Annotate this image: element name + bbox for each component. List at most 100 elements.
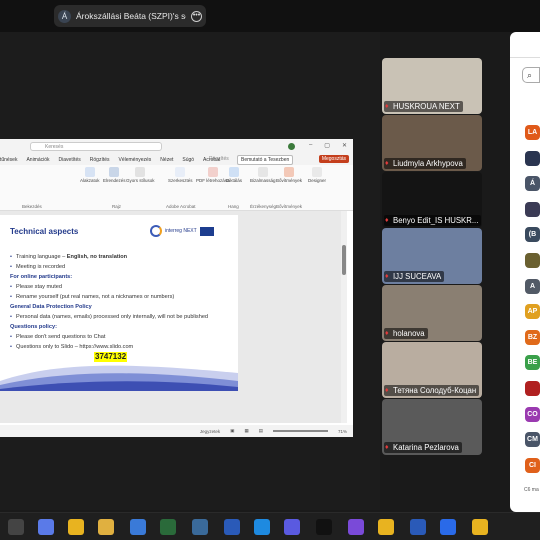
interreg-logo: interreg NEXT bbox=[150, 223, 220, 239]
ppt-search-input[interactable]: Keresés bbox=[30, 142, 162, 151]
share-bar: Á Árokszállási Beáta (SZPI)'s screen ••• bbox=[0, 0, 540, 32]
ribbon-shapes[interactable]: Alakzatok bbox=[80, 167, 100, 183]
word-icon[interactable] bbox=[410, 519, 426, 535]
slide-heading: For online participants: bbox=[10, 274, 73, 280]
slide-bullets: Training language – English, no translat… bbox=[10, 252, 235, 363]
participant-avatar[interactable]: BZ bbox=[525, 329, 540, 345]
participant-avatar[interactable] bbox=[525, 150, 540, 166]
participant-avatar[interactable]: CM bbox=[525, 432, 540, 448]
ribbon-arrange[interactable]: Elrendezés bbox=[103, 167, 126, 183]
participant-avatar[interactable]: LA bbox=[525, 125, 540, 140]
participant-avatar[interactable]: CI bbox=[525, 457, 540, 473]
panel-header bbox=[510, 32, 540, 58]
slide-heading: Questions policy: bbox=[10, 324, 57, 330]
group-label: Érzékenység bbox=[250, 204, 277, 209]
powerpoint-window: Keresés –▢✕ RajzolásTervezésÁttűnésekAni… bbox=[0, 139, 353, 437]
participant-avatar[interactable]: (B bbox=[525, 227, 540, 243]
reading-view-icon[interactable]: ▤ bbox=[259, 428, 263, 434]
group-label: Bővítmények bbox=[276, 204, 303, 209]
participant-avatar[interactable]: Á bbox=[525, 176, 540, 192]
menu-item[interactable]: Véleményezés bbox=[119, 157, 152, 163]
vertical-scrollbar[interactable] bbox=[341, 211, 347, 423]
teams-icon[interactable] bbox=[284, 519, 300, 535]
copilot-icon[interactable] bbox=[38, 519, 54, 535]
record-button[interactable]: Rögzítés bbox=[206, 155, 232, 163]
menu-item[interactable]: Rögzítés bbox=[90, 157, 110, 163]
calculator-app-icon[interactable] bbox=[130, 519, 146, 535]
participant-avatar[interactable]: BE bbox=[525, 355, 540, 371]
participant-avatar[interactable] bbox=[525, 253, 540, 268]
participant-avatar[interactable]: A bbox=[525, 278, 540, 294]
participant-avatar[interactable]: CO bbox=[525, 406, 540, 422]
ribbon-dictate[interactable]: Diktálás bbox=[226, 167, 242, 183]
present-button[interactable]: Bemutató a Tesezben bbox=[237, 155, 294, 165]
chrome-profile-icon[interactable] bbox=[472, 519, 488, 535]
video-tile[interactable]: Тетяна Солодуб-Коцан ♦ bbox=[382, 342, 482, 398]
ppt-ribbon: Alakzatok Elrendezés Gyors stílusok Szer… bbox=[0, 165, 353, 211]
participant-avatar[interactable]: AP bbox=[525, 304, 540, 320]
group-label: Rajz bbox=[112, 204, 122, 209]
edge-icon[interactable] bbox=[254, 519, 270, 535]
share-title: Árokszállási Beáta (SZPI)'s screen bbox=[76, 11, 186, 21]
ribbon-sensitivity[interactable]: Bizalmasság bbox=[250, 167, 276, 183]
screen-share-indicator[interactable]: Á Árokszállási Beáta (SZPI)'s screen ••• bbox=[54, 5, 206, 27]
slide-bullet: Rename yourself (put real names, not a n… bbox=[10, 292, 235, 302]
participant-name: Benyo Edit_IS HUSKR... bbox=[384, 215, 481, 226]
calculator-icon[interactable] bbox=[192, 519, 208, 535]
viber-icon[interactable] bbox=[348, 519, 364, 535]
windows-taskbar bbox=[0, 512, 540, 540]
zoom-level[interactable]: 71% bbox=[338, 429, 347, 434]
zoom-icon[interactable] bbox=[440, 519, 456, 535]
participant-name: Katarina Pezlarova bbox=[384, 442, 462, 453]
slide[interactable]: Technical aspects interreg NEXT Training… bbox=[0, 215, 238, 391]
video-tile[interactable]: HUSKROUA NEXT ♦ bbox=[382, 58, 482, 114]
slide-sorter-icon[interactable]: ▦ bbox=[244, 428, 248, 434]
slide-bullet: Meeting is recorded bbox=[10, 262, 235, 272]
participant-name: Тетяна Солодуб-Коцан bbox=[384, 385, 480, 396]
video-tile[interactable]: Katarina Pezlarova ♦ bbox=[382, 399, 482, 455]
participant-avatar[interactable] bbox=[525, 201, 540, 217]
slide-heading: General Data Protection Policy bbox=[10, 304, 92, 310]
slide-bullet: Training language – English, no translat… bbox=[10, 252, 235, 262]
normal-view-icon[interactable]: ▣ bbox=[230, 428, 234, 434]
minimize-icon[interactable]: – bbox=[309, 142, 312, 149]
menu-item[interactable]: Diavetítés bbox=[59, 157, 81, 163]
more-options-icon[interactable]: ••• bbox=[191, 10, 202, 22]
grid-app-icon[interactable] bbox=[160, 519, 176, 535]
panel-footer-text: C6 ma bbox=[524, 487, 539, 493]
zoom-app-icon[interactable] bbox=[316, 519, 332, 535]
participant-name: holanova bbox=[384, 328, 428, 339]
ribbon-quick-styles[interactable]: Gyors stílusok bbox=[126, 167, 155, 183]
ribbon-addins[interactable]: Bővítmények bbox=[276, 167, 302, 183]
save-icon[interactable] bbox=[224, 519, 240, 535]
video-tile[interactable]: Benyo Edit_IS HUSKR... ♦ bbox=[382, 172, 482, 228]
user-avatar[interactable] bbox=[288, 143, 295, 150]
menu-item[interactable]: Áttűnések bbox=[0, 157, 17, 163]
video-tile[interactable]: holanova ♦ bbox=[382, 285, 482, 341]
muted-mic-icon: ♦ bbox=[385, 273, 389, 280]
share-button[interactable]: Megosztás bbox=[318, 155, 349, 163]
video-tile[interactable]: IJJ SUCEAVA ♦ bbox=[382, 228, 482, 284]
muted-mic-icon: ♦ bbox=[385, 444, 389, 451]
ppt-menubar: RajzolásTervezésÁttűnésekAnimációkDiavet… bbox=[0, 154, 353, 165]
file-explorer-icon[interactable] bbox=[98, 519, 114, 535]
video-tile[interactable]: Liudmyla Arkhypova ♦ bbox=[382, 115, 482, 171]
ribbon-editing[interactable]: Szerkesztés bbox=[168, 167, 193, 183]
chrome-icon[interactable] bbox=[378, 519, 394, 535]
participant-avatar[interactable] bbox=[525, 381, 540, 396]
zoom-slider[interactable] bbox=[272, 430, 328, 432]
menu-item[interactable]: Súgó bbox=[182, 157, 194, 163]
slide-bullet: Personal data (names, emails) processed … bbox=[10, 312, 235, 322]
notes-button[interactable]: Jegyzetek bbox=[200, 429, 220, 434]
menu-item[interactable]: Nézet bbox=[160, 157, 173, 163]
maximize-icon[interactable]: ▢ bbox=[324, 142, 330, 149]
ribbon-create-pdf[interactable]: PDF létrehozása bbox=[196, 167, 230, 183]
ribbon-designer[interactable]: Designer bbox=[308, 167, 326, 183]
task-view-icon[interactable] bbox=[8, 519, 24, 535]
close-icon[interactable]: ✕ bbox=[342, 142, 347, 149]
menu-item[interactable]: Animációk bbox=[26, 157, 49, 163]
participant-search-input[interactable]: ⌕ bbox=[522, 67, 540, 83]
slide-editor: Technical aspects interreg NEXT Training… bbox=[0, 211, 347, 423]
participants-panel: ⌕ LA Á (B A AP BZ BE CO CM CI C6 ma bbox=[510, 32, 540, 512]
chrome-icon[interactable] bbox=[68, 519, 84, 535]
